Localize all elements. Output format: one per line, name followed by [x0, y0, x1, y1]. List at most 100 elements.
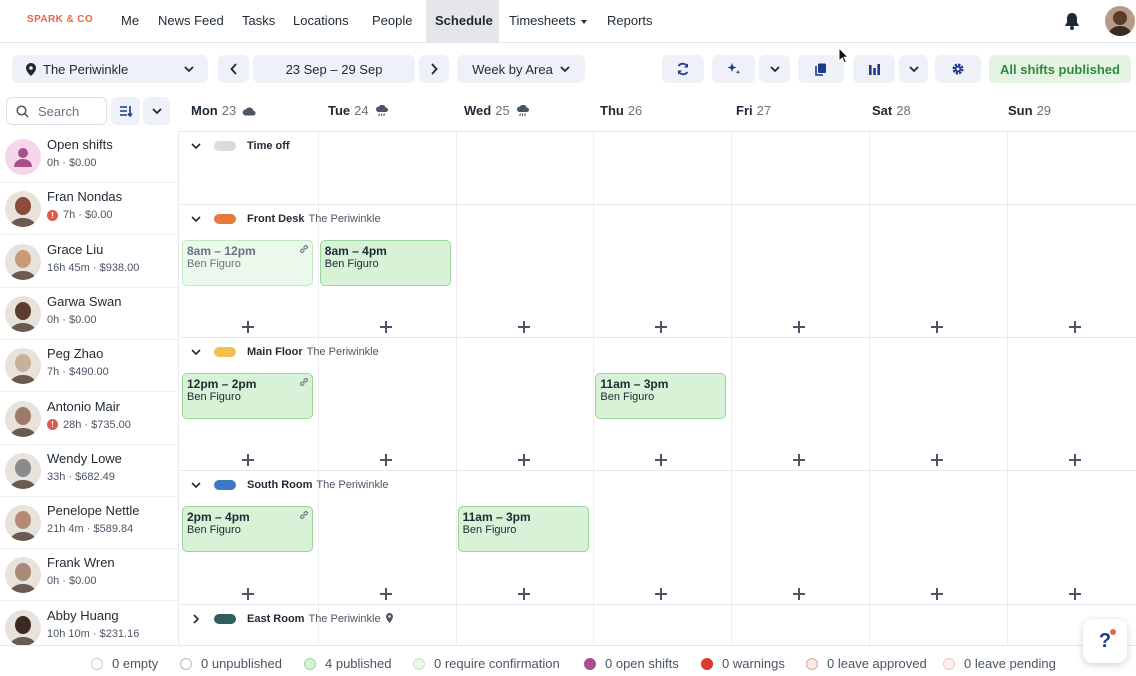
add-shift-button[interactable]: [793, 321, 806, 333]
nav-schedule[interactable]: Schedule: [426, 0, 499, 43]
day-number: 24: [354, 103, 369, 118]
area-title[interactable]: Main Floor The Periwinkle: [247, 346, 379, 358]
day-name: Thu: [600, 103, 624, 118]
settings-button[interactable]: [935, 55, 981, 83]
auto-schedule-menu-button[interactable]: [759, 55, 790, 83]
add-shift-button[interactable]: [242, 321, 254, 333]
day-name: Sat: [872, 103, 893, 118]
date-range[interactable]: 23 Sep – 29 Sep: [253, 55, 415, 83]
add-shift-button[interactable]: [379, 321, 392, 333]
person-row[interactable]: Garwa Swan 0h · $0.00: [0, 288, 179, 340]
nav-people[interactable]: People: [363, 0, 421, 43]
warning-icon[interactable]: !: [47, 209, 58, 221]
add-shift-button[interactable]: [242, 454, 254, 466]
nav-news-feed[interactable]: News Feed: [149, 0, 233, 43]
person-name: Grace Liu: [47, 241, 104, 257]
person-hours: ! 28h · $735.00: [47, 419, 131, 431]
area-location: The Periwinkle: [316, 479, 389, 491]
chevron-down-icon[interactable]: [190, 479, 202, 491]
shift-card[interactable]: 11am – 3pm Ben Figuro: [595, 373, 727, 419]
person-row[interactable]: Grace Liu 16h 45m · $938.00: [0, 236, 179, 288]
add-shift-button[interactable]: [655, 321, 668, 333]
area-title[interactable]: Front Desk The Periwinkle: [247, 213, 381, 225]
legend-label: 0 warnings: [722, 656, 785, 671]
add-shift-button[interactable]: [517, 321, 530, 333]
person-meta: 16h 45m · $938.00: [47, 261, 140, 274]
rain-cloud-icon: [375, 104, 388, 116]
add-shift-button[interactable]: [655, 588, 668, 600]
add-shift-button[interactable]: [379, 588, 392, 600]
shift-time: 8am – 12pm: [187, 244, 256, 258]
add-shift-button[interactable]: [517, 588, 530, 600]
next-week-button[interactable]: [419, 55, 449, 83]
sort-menu-button[interactable]: [143, 97, 170, 125]
add-shift-button[interactable]: [655, 454, 668, 466]
person-hours: 33h · $682.49: [47, 471, 115, 483]
person-row[interactable]: Wendy Lowe 33h · $682.49: [0, 445, 179, 497]
person-row[interactable]: Antonio Mair! 28h · $735.00: [0, 393, 179, 445]
area-title[interactable]: East Room The Periwinkle: [247, 613, 393, 625]
legend-item: 0 require confirmation: [413, 656, 560, 671]
shift-card[interactable]: 12pm – 2pm Ben Figuro: [182, 373, 313, 419]
add-shift-button[interactable]: [931, 588, 943, 600]
chevron-right-icon[interactable]: [190, 613, 202, 625]
add-shift-button[interactable]: [931, 321, 943, 333]
legend-label: 0 leave approved: [827, 656, 927, 671]
help-button[interactable]: ?: [1083, 619, 1127, 663]
chevron-down-icon[interactable]: [190, 346, 202, 358]
chevron-down-icon[interactable]: [190, 213, 202, 225]
sort-button[interactable]: [111, 97, 140, 125]
location-select[interactable]: The Periwinkle: [12, 55, 208, 83]
view-select[interactable]: Week by Area: [457, 55, 585, 83]
person-meta: 21h 4m · $589.84: [47, 523, 134, 536]
area-color-swatch: [214, 347, 236, 357]
add-shift-button[interactable]: [1068, 454, 1081, 466]
person-meta: 28h · $735.00: [63, 418, 131, 431]
person-row[interactable]: Peg Zhao 7h · $490.00: [0, 340, 179, 393]
refresh-button[interactable]: [662, 55, 704, 83]
add-shift-button[interactable]: [242, 588, 254, 600]
shift-card[interactable]: 2pm – 4pm Ben Figuro: [182, 506, 313, 552]
person-name: Fran Nondas: [47, 189, 123, 205]
legend-dot: [413, 657, 425, 670]
area-name: Front Desk: [247, 213, 305, 225]
add-shift-button[interactable]: [793, 454, 806, 466]
add-shift-button[interactable]: [931, 454, 943, 466]
person-row[interactable]: Penelope Nettle 21h 4m · $589.84: [0, 497, 179, 550]
area-title[interactable]: Time off: [247, 140, 290, 152]
stats-button[interactable]: [853, 55, 895, 83]
nav-me[interactable]: Me: [112, 0, 148, 43]
brand-logo[interactable]: SPARK & CO: [27, 14, 93, 25]
shift-card[interactable]: 11am – 3pm Ben Figuro: [457, 506, 589, 552]
shift-card[interactable]: 8am – 12pm Ben Figuro: [182, 240, 313, 286]
person-hours: 10h 10m · $231.16: [47, 628, 139, 640]
area-title[interactable]: South Room The Periwinkle: [247, 479, 389, 491]
nav-tasks[interactable]: Tasks: [233, 0, 284, 43]
auto-schedule-button[interactable]: [712, 55, 755, 83]
add-shift-button[interactable]: [1068, 588, 1081, 600]
stats-menu-button[interactable]: [899, 55, 928, 83]
person-row[interactable]: Fran Nondas! 7h · $0.00: [0, 183, 179, 236]
avatar: [5, 295, 41, 332]
shift-time: 8am – 4pm: [324, 244, 387, 258]
add-shift-button[interactable]: [1068, 321, 1081, 333]
search-input[interactable]: Search: [6, 97, 107, 125]
person-row[interactable]: Open shifts 0h · $0.00: [0, 131, 179, 183]
warning-icon[interactable]: !: [47, 419, 58, 430]
add-shift-button[interactable]: [793, 588, 806, 600]
add-shift-button[interactable]: [517, 454, 530, 466]
bell-icon[interactable]: [1062, 11, 1082, 31]
nav-timesheets[interactable]: Timesheets: [500, 0, 596, 43]
shift-card[interactable]: 8am – 4pm Ben Figuro: [319, 240, 451, 286]
nav-locations[interactable]: Locations: [284, 0, 358, 43]
prev-week-button[interactable]: [218, 55, 249, 83]
legend-dot: [701, 657, 713, 670]
day-header-fri: Fri 27: [736, 103, 771, 118]
user-avatar[interactable]: [1105, 6, 1135, 36]
person-row[interactable]: Frank Wren 0h · $0.00: [0, 549, 179, 602]
person-meta: 7h · $490.00: [47, 366, 109, 379]
add-shift-button[interactable]: [379, 454, 392, 466]
chevron-down-icon[interactable]: [190, 140, 202, 152]
nav-reports[interactable]: Reports: [598, 0, 662, 43]
publish-status-button[interactable]: All shifts published: [989, 55, 1131, 83]
